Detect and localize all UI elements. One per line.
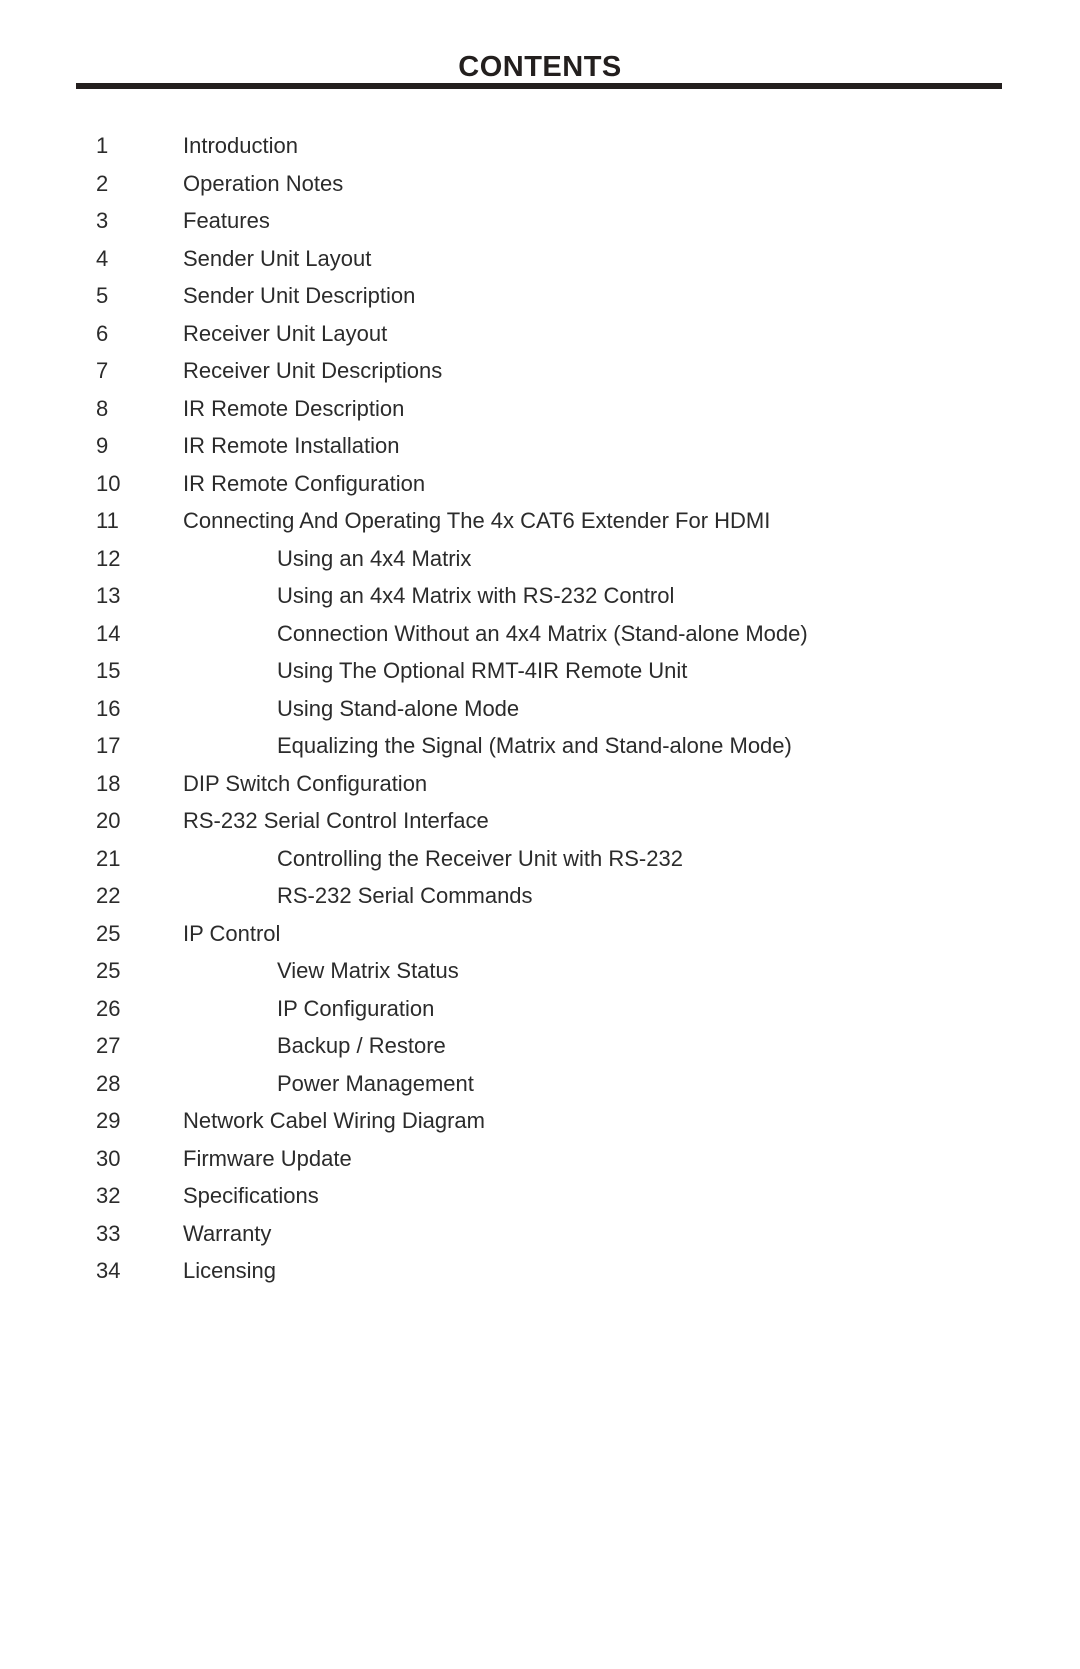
toc-entry-label: Receiver Unit Descriptions: [183, 358, 443, 383]
toc-entry-page-number: 34: [96, 1258, 121, 1283]
toc-entry[interactable]: 13 Using an 4x4 Matrix with RS-232 Contro…: [0, 577, 1080, 615]
toc-entry-label: Receiver Unit Layout: [183, 320, 388, 346]
toc-entry[interactable]: 5 Sender Unit Description: [0, 277, 1080, 315]
toc-entry-label: View Matrix Status: [277, 958, 459, 983]
toc-entry-page-number: 21: [96, 845, 121, 871]
toc-entry[interactable]: 14 Connection Without an 4x4 Matrix (Stan…: [0, 615, 1080, 653]
toc-entry-label: Using Stand-alone Mode: [277, 695, 520, 721]
toc-entry-page-number: 6: [96, 320, 109, 346]
toc-entry-page-number: 14: [96, 620, 121, 646]
toc-entry[interactable]: 1 Introduction: [0, 127, 1080, 165]
toc-entry-page-number: 32: [96, 1183, 121, 1208]
toc-entry-label: IR Remote Configuration: [183, 470, 426, 496]
toc-entry-label: Using an 4x4 Matrix with RS-232 Control: [277, 583, 675, 608]
toc-entry-label: Licensing: [183, 1258, 276, 1283]
toc-entry-page-number: 33: [96, 1220, 121, 1246]
toc-entry-label: Backup / Restore: [277, 1033, 446, 1058]
title-divider: [76, 83, 1002, 89]
toc-entry[interactable]: 29 Network Cabel Wiring Diagram: [0, 1102, 1080, 1140]
page-title: CONTENTS: [458, 51, 622, 83]
table-of-contents: 1 Introduction 2 Operation Notes 3 Features 4 S…: [0, 127, 1080, 1290]
toc-entry-label: IR Remote Installation: [183, 433, 400, 458]
toc-entry[interactable]: 21 Controlling the Receiver Unit with RS-…: [0, 840, 1080, 878]
toc-entry[interactable]: 9 IR Remote Installation: [0, 427, 1080, 465]
toc-entry[interactable]: 16 Using Stand-alone Mode: [0, 690, 1080, 728]
toc-entry-label: IR Remote Description: [183, 395, 405, 421]
toc-entry-page-number: 13: [96, 583, 121, 608]
toc-entry-page-number: 1: [96, 133, 109, 158]
toc-entry-label: Connecting And Operating The 4x CAT6 Ext…: [183, 508, 771, 533]
toc-entry-page-number: 9: [96, 433, 109, 458]
toc-entry-page-number: 28: [96, 1070, 121, 1096]
toc-entry-page-number: 17: [96, 733, 121, 758]
toc-entry-label: RS-232 Serial Commands: [277, 883, 533, 908]
toc-entry-label: RS-232 Serial Control Interface: [183, 808, 489, 833]
toc-entry-label: Sender Unit Description: [183, 283, 416, 308]
toc-entry-page-number: 25: [96, 958, 121, 983]
toc-entry-label: Equalizing the Signal (Matrix and Stand-…: [277, 733, 792, 758]
toc-entry-page-number: 25: [96, 920, 121, 946]
toc-entry[interactable]: 8 IR Remote Description: [0, 390, 1080, 428]
toc-entry-label: Firmware Update: [183, 1145, 352, 1171]
toc-entry[interactable]: 25 IP Control: [0, 915, 1080, 953]
toc-entry[interactable]: 11 Connecting And Operating The 4x CAT6 E…: [0, 502, 1080, 540]
toc-entry[interactable]: 10 IR Remote Configuration: [0, 465, 1080, 503]
toc-entry-page-number: 4: [96, 245, 109, 271]
toc-entry-label: Operation Notes: [183, 170, 344, 196]
toc-entry-label: IP Control: [183, 920, 281, 946]
toc-entry-label: Using The Optional RMT-4IR Remote Unit: [277, 658, 688, 683]
toc-entry-label: Network Cabel Wiring Diagram: [183, 1108, 485, 1133]
toc-entry-page-number: 7: [96, 358, 109, 383]
toc-entry-label: Power Management: [277, 1070, 474, 1096]
toc-entry-label: Using an 4x4 Matrix: [277, 545, 472, 571]
toc-entry[interactable]: 33 Warranty: [0, 1215, 1080, 1253]
toc-entry-label: Introduction: [183, 133, 298, 158]
toc-entry-label: Sender Unit Layout: [183, 245, 372, 271]
toc-entry-page-number: 15: [96, 658, 121, 683]
toc-entry[interactable]: 22 RS-232 Serial Commands: [0, 877, 1080, 915]
toc-entry[interactable]: 25 View Matrix Status: [0, 952, 1080, 990]
toc-entry-label: Connection Without an 4x4 Matrix (Stand-…: [277, 620, 808, 646]
toc-entry-page-number: 5: [96, 283, 109, 308]
toc-entry[interactable]: 28 Power Management: [0, 1065, 1080, 1103]
toc-entry[interactable]: 27 Backup / Restore: [0, 1027, 1080, 1065]
toc-entry-page-number: 18: [96, 770, 121, 796]
toc-entry-label: DIP Switch Configuration: [183, 770, 428, 796]
toc-entry-label: IP Configuration: [277, 995, 435, 1021]
toc-entry-label: Features: [183, 208, 270, 233]
toc-entry-label: Warranty: [183, 1220, 272, 1246]
toc-entry[interactable]: 7 Receiver Unit Descriptions: [0, 352, 1080, 390]
toc-entry-label: Controlling the Receiver Unit with RS-23…: [277, 845, 683, 871]
toc-entry[interactable]: 6 Receiver Unit Layout: [0, 315, 1080, 353]
toc-entry-page-number: 22: [96, 883, 121, 908]
toc-entry-page-number: 3: [96, 208, 109, 233]
toc-entry[interactable]: 15 Using The Optional RMT-4IR Remote Unit: [0, 652, 1080, 690]
toc-entry-page-number: 26: [96, 995, 121, 1021]
toc-entry[interactable]: 3 Features: [0, 202, 1080, 240]
toc-entry[interactable]: 4 Sender Unit Layout: [0, 240, 1080, 278]
toc-entry-page-number: 10: [96, 470, 121, 496]
toc-entry-page-number: 16: [96, 695, 121, 721]
toc-entry[interactable]: 20 RS-232 Serial Control Interface: [0, 802, 1080, 840]
toc-entry-page-number: 20: [96, 808, 121, 833]
toc-entry-page-number: 11: [96, 508, 119, 533]
toc-entry-page-number: 29: [96, 1108, 121, 1133]
toc-entry-page-number: 30: [96, 1145, 121, 1171]
toc-entry-page-number: 2: [96, 170, 109, 196]
toc-entry-page-number: 8: [96, 395, 109, 421]
toc-entry[interactable]: 12 Using an 4x4 Matrix: [0, 540, 1080, 578]
toc-entry[interactable]: 17 Equalizing the Signal (Matrix and Stan…: [0, 727, 1080, 765]
toc-entry[interactable]: 30 Firmware Update: [0, 1140, 1080, 1178]
toc-entry[interactable]: 26 IP Configuration: [0, 990, 1080, 1028]
toc-entry-page-number: 12: [96, 545, 121, 571]
toc-entry-label: Specifications: [183, 1183, 319, 1208]
toc-entry[interactable]: 32 Specifications: [0, 1177, 1080, 1215]
toc-entry-page-number: 27: [96, 1033, 121, 1058]
page-header: CONTENTS: [0, 0, 1080, 84]
toc-entry[interactable]: 34 Licensing: [0, 1252, 1080, 1290]
toc-entry[interactable]: 18 DIP Switch Configuration: [0, 765, 1080, 803]
toc-entry[interactable]: 2 Operation Notes: [0, 165, 1080, 203]
contents-page: CONTENTS 1 Introduction 2 Operation Notes 3 F…: [0, 0, 1080, 1669]
